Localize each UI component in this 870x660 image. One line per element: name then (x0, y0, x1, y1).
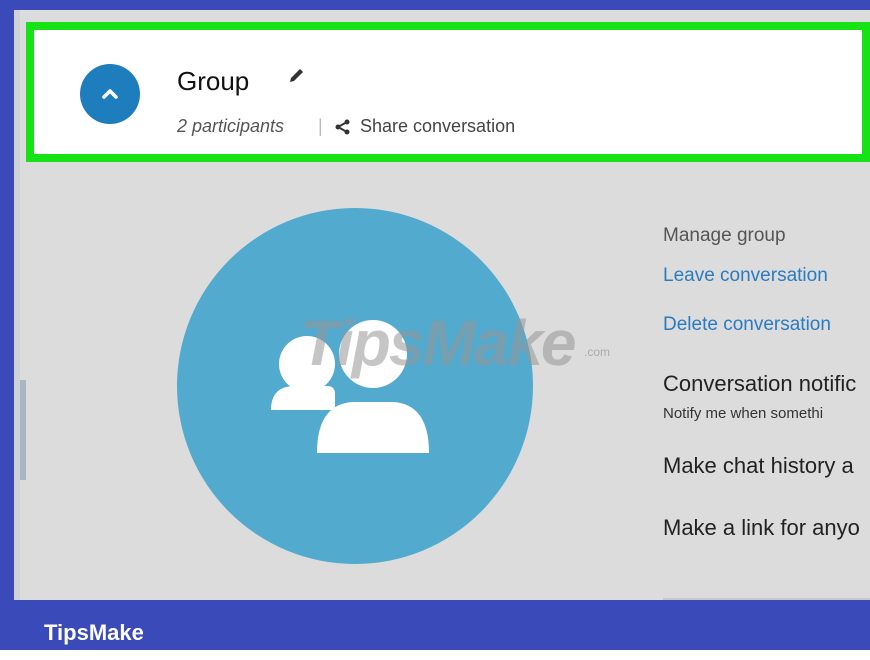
share-icon (335, 119, 350, 134)
share-conversation-button[interactable]: Share conversation (334, 116, 515, 137)
manage-group-title: Manage group (663, 225, 786, 246)
group-avatar (177, 208, 533, 564)
panel-divider (663, 598, 870, 600)
notifications-description: Notify me when somethi (663, 405, 824, 422)
left-strip (14, 10, 20, 600)
conversation-header: Group 2 participants | Share conversatio… (26, 22, 870, 162)
collapse-button[interactable] (80, 64, 140, 124)
bottom-margin (0, 650, 870, 660)
delete-conversation-link[interactable]: Delete conversation (663, 314, 831, 336)
left-accent (20, 380, 26, 480)
conversation-notifications-setting[interactable]: Conversation notific (663, 371, 856, 397)
chat-history-setting[interactable]: Make chat history a (663, 453, 854, 479)
participants-count[interactable]: 2 participants (177, 116, 284, 137)
pencil-icon[interactable] (286, 66, 306, 86)
separator: | (318, 116, 323, 136)
watermark-text: TipsMake (300, 307, 576, 379)
app-window: Group 2 participants | Share conversatio… (14, 10, 870, 600)
share-label: Share conversation (360, 116, 516, 136)
watermark-suffix: .com (584, 345, 611, 359)
footer-brand: TipsMake (44, 620, 144, 645)
leave-conversation-link[interactable]: Leave conversation (663, 265, 828, 287)
group-people-icon (271, 320, 429, 453)
link-setting[interactable]: Make a link for anyo (663, 515, 860, 541)
group-name: Group (177, 66, 250, 96)
chevron-up-icon (102, 89, 118, 99)
